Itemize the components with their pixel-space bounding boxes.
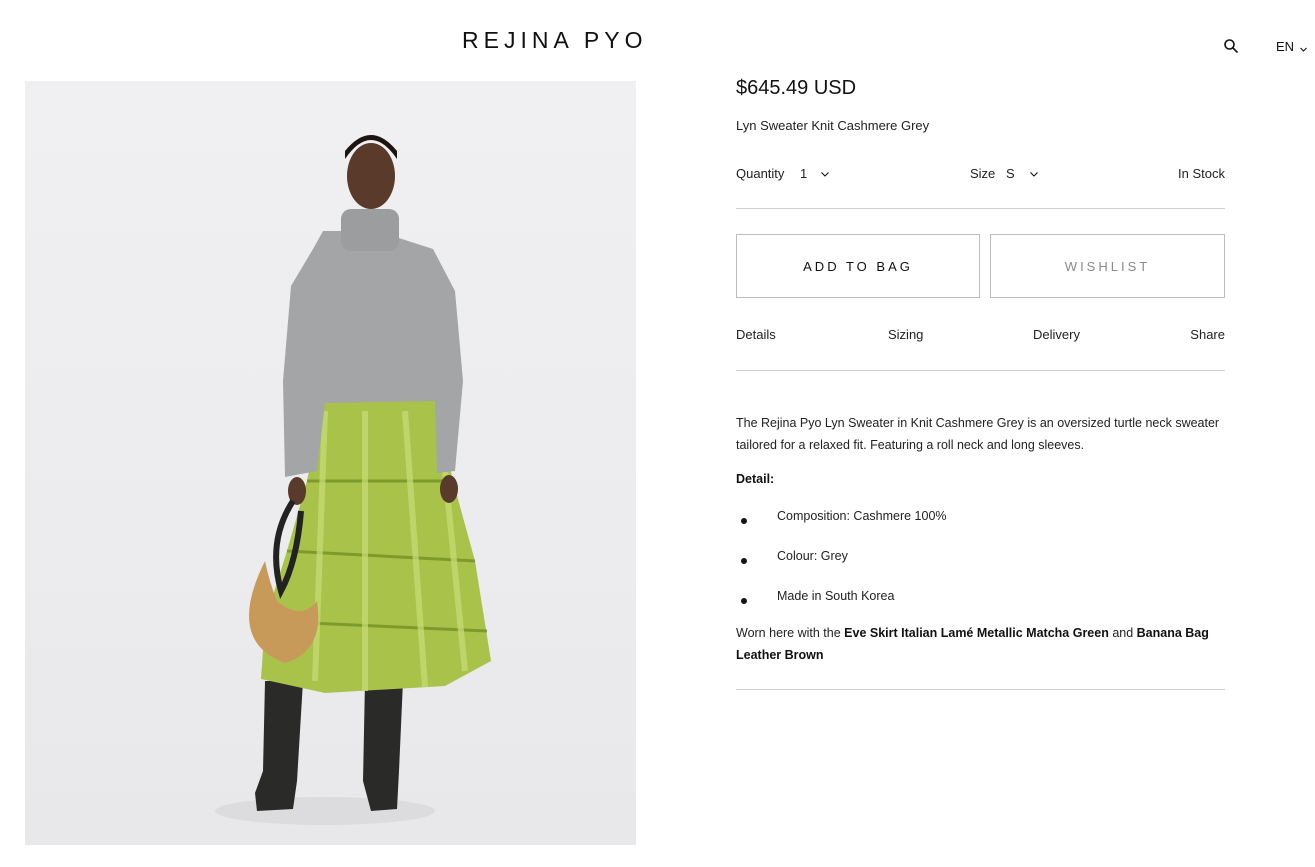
- chevron-down-icon[interactable]: [1029, 167, 1039, 182]
- chevron-down-icon[interactable]: [820, 167, 830, 182]
- quantity-label: Quantity: [736, 166, 785, 181]
- worn-prefix: Worn here with the: [736, 626, 845, 640]
- info-tabs: Details Sizing Delivery Share: [736, 327, 1225, 345]
- list-item-text: Colour: Grey: [777, 549, 848, 563]
- search-icon[interactable]: [1223, 38, 1239, 54]
- product-price: $645.49 USD: [736, 77, 857, 99]
- language-label: EN: [1276, 39, 1295, 54]
- size-label: Size: [970, 166, 996, 181]
- detail-heading: Detail:: [736, 472, 775, 486]
- language-selector[interactable]: EN: [1276, 39, 1308, 54]
- bullet-icon: [741, 518, 747, 524]
- product-image: [25, 81, 636, 845]
- list-item: Composition: Cashmere 100%: [736, 509, 1225, 529]
- add-to-bag-button[interactable]: ADD TO BAG: [736, 234, 980, 298]
- tab-sizing[interactable]: Sizing: [888, 327, 923, 342]
- quantity-select[interactable]: 1: [800, 166, 807, 181]
- wishlist-button[interactable]: WISHLIST: [990, 234, 1225, 298]
- product-description: The Rejina Pyo Lyn Sweater in Knit Cashm…: [736, 416, 1220, 452]
- worn-with-text: Worn here with the Eve Skirt Italian Lam…: [736, 622, 1225, 666]
- divider: [736, 689, 1225, 690]
- options-row: Quantity 1 Size S In Stock: [736, 164, 1225, 184]
- brand-logo[interactable]: REJINA PYO: [462, 27, 647, 54]
- divider: [736, 370, 1225, 371]
- bullet-icon: [741, 598, 747, 604]
- list-item-text: Composition: Cashmere 100%: [777, 509, 947, 523]
- list-item: Colour: Grey: [736, 549, 1225, 569]
- tab-share[interactable]: Share: [1190, 327, 1225, 342]
- chevron-down-icon: [1299, 42, 1308, 52]
- tab-delivery[interactable]: Delivery: [1033, 327, 1080, 342]
- stock-status: In Stock: [1178, 166, 1225, 181]
- tab-details[interactable]: Details: [736, 327, 776, 342]
- worn-conjunction: and: [1108, 626, 1137, 640]
- divider: [736, 208, 1225, 209]
- list-item: Made in South Korea: [736, 589, 1225, 609]
- bullet-icon: [741, 558, 747, 564]
- product-name: Lyn Sweater Knit Cashmere Grey: [736, 118, 930, 133]
- size-select[interactable]: S: [1006, 166, 1015, 181]
- related-product-link[interactable]: Eve Skirt Italian Lamé Metallic Matcha G…: [844, 626, 1109, 640]
- list-item-text: Made in South Korea: [777, 589, 895, 603]
